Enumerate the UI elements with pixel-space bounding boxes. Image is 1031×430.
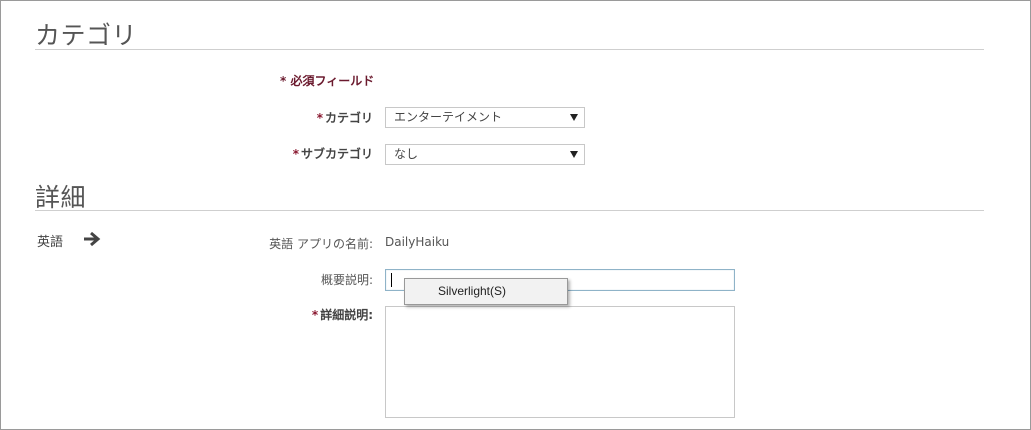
text-caret: [391, 273, 392, 287]
category-section-title: カテゴリ: [35, 21, 138, 50]
context-menu-item-silverlight[interactable]: Silverlight(S): [406, 280, 566, 303]
context-menu: Silverlight(S): [404, 278, 568, 305]
subcategory-label: * サブカテゴリ: [293, 145, 373, 162]
category-label: * カテゴリ: [317, 109, 373, 126]
category-select-value: エンターテイメント: [394, 110, 503, 124]
category-section-divider: [35, 49, 984, 50]
language-label: 英語: [37, 235, 64, 250]
required-star: *: [311, 308, 319, 322]
dropdown-arrow-icon: [570, 114, 578, 121]
details-section-divider: [35, 210, 984, 211]
required-fields-note: * 必須フィールド: [280, 74, 375, 88]
summary-label: 概要説明:: [320, 273, 373, 287]
subcategory-select-value: なし: [394, 147, 419, 161]
dropdown-arrow-icon: [570, 151, 578, 158]
app-name-value: DailyHaiku: [385, 235, 450, 249]
app-name-label: 英語 アプリの名前:: [269, 237, 373, 251]
description-textarea[interactable]: [385, 306, 735, 418]
subcategory-select[interactable]: なし: [385, 144, 585, 165]
arrow-right-icon[interactable]: [82, 230, 102, 248]
description-label-text: 詳細説明:: [320, 308, 373, 322]
details-section-title: 詳細: [35, 183, 87, 212]
description-label: * 詳細説明:: [312, 306, 373, 323]
category-select[interactable]: エンターテイメント: [385, 107, 585, 128]
required-star: *: [316, 111, 323, 125]
category-label-text: カテゴリ: [324, 111, 373, 125]
required-star: *: [292, 147, 299, 161]
subcategory-label-text: サブカテゴリ: [300, 147, 373, 161]
